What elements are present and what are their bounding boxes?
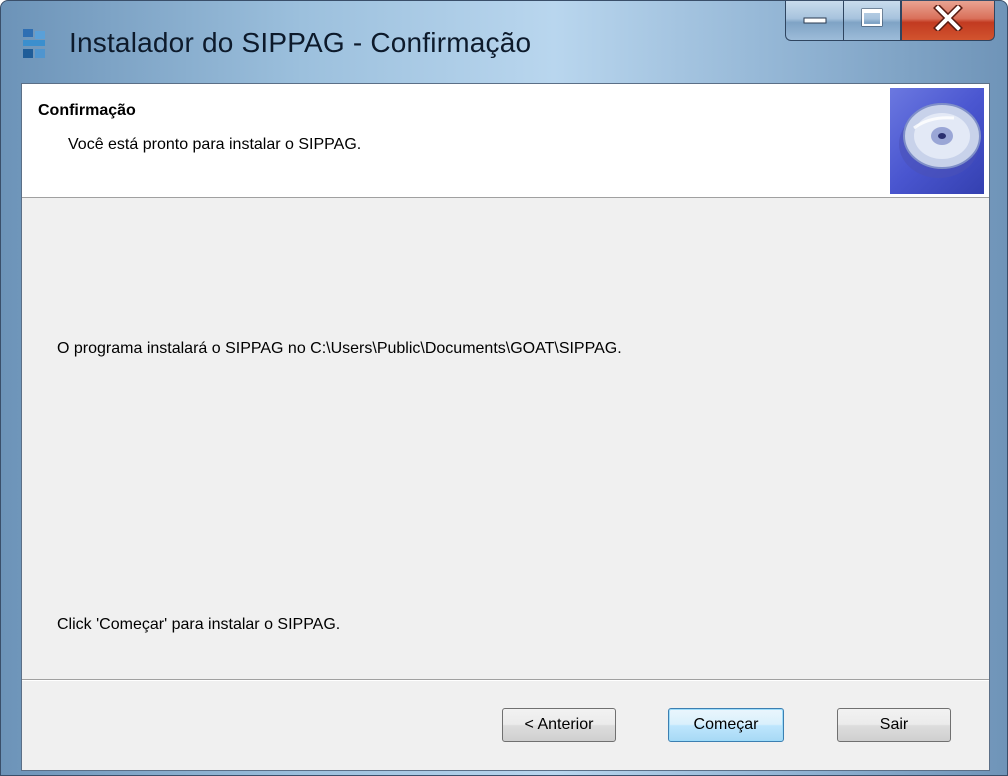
installer-window: Instalador do SIPPAG - Confirmação Confi… bbox=[0, 0, 1008, 776]
minimize-icon bbox=[802, 11, 828, 30]
header-panel: Confirmação Você está pronto para instal… bbox=[22, 84, 989, 198]
install-path-text: O programa instalará o SIPPAG no C:\User… bbox=[57, 340, 622, 357]
start-button[interactable]: Começar bbox=[668, 708, 784, 742]
cd-disc-icon bbox=[890, 88, 984, 194]
maximize-button[interactable] bbox=[843, 1, 901, 41]
button-separator bbox=[22, 679, 989, 681]
minimize-button[interactable] bbox=[785, 1, 843, 41]
header-title: Confirmação bbox=[38, 102, 136, 119]
close-icon bbox=[933, 3, 963, 36]
app-icon bbox=[21, 27, 47, 61]
installer-dialog: Confirmação Você está pronto para instal… bbox=[21, 83, 990, 771]
close-button[interactable] bbox=[901, 1, 995, 41]
title-bar[interactable]: Instalador do SIPPAG - Confirmação bbox=[1, 1, 1007, 83]
exit-button[interactable]: Sair bbox=[837, 708, 951, 742]
header-subtitle: Você está pronto para instalar o SIPPAG. bbox=[68, 136, 362, 153]
back-button[interactable]: < Anterior bbox=[502, 708, 616, 742]
maximize-icon bbox=[859, 7, 885, 34]
caption-buttons bbox=[785, 1, 995, 43]
window-title: Instalador do SIPPAG - Confirmação bbox=[69, 27, 532, 58]
click-instruction-text: Click 'Começar' para instalar o SIPPAG. bbox=[57, 616, 341, 633]
